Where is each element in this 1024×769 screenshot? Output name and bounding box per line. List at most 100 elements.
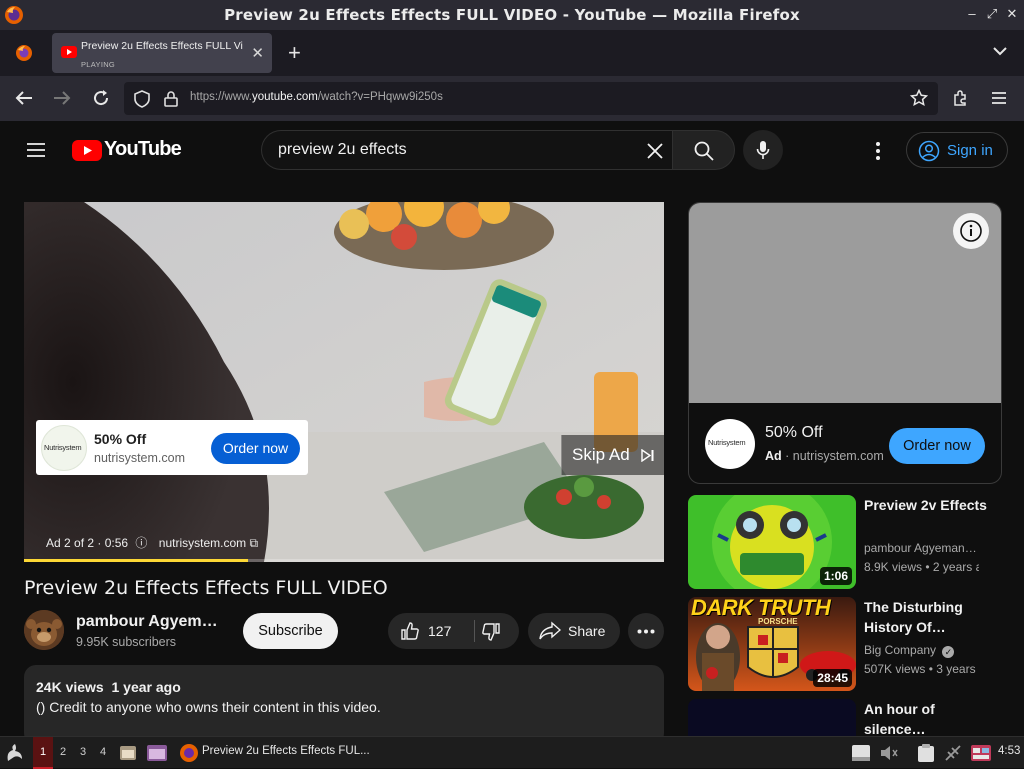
tab-strip: Preview 2u Effects Effects FULL Vi PLAYI…	[0, 30, 1024, 76]
sign-in-button[interactable]: Sign in	[906, 132, 1008, 168]
youtube-logo-text: YouTube	[104, 138, 182, 160]
skip-next-icon	[641, 449, 655, 462]
new-tab-button[interactable]: +	[288, 40, 301, 66]
tracking-shield-icon[interactable]	[134, 90, 150, 108]
recommendation-item[interactable]: DARK TRUTH PORSCHE 28:45 The Disturbing …	[688, 597, 1008, 691]
back-arrow-icon[interactable]	[15, 90, 33, 106]
app-menu-icon[interactable]	[991, 92, 1007, 104]
recommendation-thumbnail[interactable]: 1:06	[688, 495, 856, 589]
sidebar-ad-title: 50% Off	[765, 424, 823, 441]
video-title: Preview 2u Effects Effects FULL VIDEO	[24, 577, 388, 599]
lock-icon[interactable]	[164, 91, 178, 107]
recommendation-title: The Disturbing History Of…	[864, 599, 963, 635]
nutrisystem-logo: Nutrisystem	[705, 419, 755, 469]
desktop-taskbar: 1 2 3 4 Preview 2u Effects Effects FUL..…	[0, 736, 1024, 769]
firefox-view-icon[interactable]	[14, 43, 34, 63]
more-horizontal-icon	[637, 629, 655, 634]
video-player[interactable]: Nutrisystem 50% Off nutrisystem.com Orde…	[24, 202, 664, 562]
workspace-4[interactable]: 4	[93, 737, 113, 769]
workspace-1[interactable]: 1	[33, 737, 53, 769]
description-box[interactable]: 24K views 1 year ago () Credit to anyone…	[24, 665, 664, 745]
subscriber-count: 9.95K subscribers	[76, 635, 177, 649]
channel-name[interactable]: pambour Agyeman Prempeh	[76, 613, 226, 631]
description-text: () Credit to anyone who owns their conte…	[36, 699, 381, 715]
reload-icon[interactable]	[92, 89, 110, 107]
thumbs-up-icon	[400, 621, 420, 641]
close-window-button[interactable]: ✕	[1004, 6, 1020, 22]
dislike-button[interactable]	[475, 613, 519, 649]
share-arrow-icon	[539, 621, 561, 641]
external-link-icon: ⧉	[249, 536, 259, 550]
file-manager-icon[interactable]	[119, 744, 137, 762]
ad-progress-bar[interactable]	[24, 559, 664, 562]
channel-avatar[interactable]	[24, 610, 64, 650]
video-duration: 1:06	[819, 567, 852, 585]
recommendation-meta: 507K views • 3 years ago	[864, 662, 979, 676]
recommendation-channel: Big Company ✓	[864, 643, 979, 658]
guide-menu-icon[interactable]	[26, 142, 46, 158]
navigation-bar: https://www.youtube.com/watch?v=PHqww9i2…	[0, 76, 1024, 121]
clipboard-icon[interactable]	[917, 743, 935, 763]
workspace-3[interactable]: 3	[73, 737, 93, 769]
recommendation-thumbnail[interactable]: DARK TRUTH PORSCHE 28:45	[688, 597, 856, 691]
close-tab-icon[interactable]: ✕	[251, 44, 264, 62]
network-disconnected-icon[interactable]	[944, 744, 962, 762]
skip-ad-button[interactable]: Skip Ad	[561, 435, 664, 475]
search-button[interactable]	[672, 130, 735, 170]
ad-site-link[interactable]: nutrisystem.com	[159, 536, 246, 550]
youtube-logo[interactable]	[72, 140, 102, 161]
recommendation-meta: 8.9K views • 2 years ago	[864, 560, 979, 574]
extensions-icon[interactable]	[952, 89, 970, 107]
search-input[interactable]: preview 2u effects	[261, 130, 673, 170]
thumbnail-brand: PORSCHE	[758, 617, 798, 626]
sign-in-label: Sign in	[947, 142, 993, 159]
youtube-header: YouTube preview 2u effects Sign in	[0, 121, 1024, 181]
storage-drive-icon[interactable]	[850, 743, 872, 763]
account-icon	[918, 140, 940, 162]
overlay-order-now-button[interactable]: Order now	[211, 433, 300, 464]
microphone-icon	[756, 140, 770, 160]
bookmark-star-icon[interactable]	[910, 89, 928, 107]
like-button[interactable]: 127	[388, 613, 474, 649]
url-bar[interactable]: https://www.youtube.com/watch?v=PHqww9i2…	[124, 82, 938, 115]
youtube-favicon-icon	[61, 46, 77, 58]
volume-icon[interactable]	[880, 745, 898, 761]
overlay-ad-card[interactable]: Nutrisystem 50% Off nutrisystem.com Orde…	[36, 420, 308, 475]
system-monitor-icon[interactable]	[970, 743, 992, 763]
subscribe-button[interactable]: Subscribe	[243, 613, 338, 649]
app-launcher-icon[interactable]	[146, 744, 168, 762]
voice-search-button[interactable]	[743, 130, 783, 170]
like-count: 127	[428, 623, 452, 639]
share-button[interactable]: Share	[528, 613, 620, 649]
forward-arrow-icon[interactable]	[53, 90, 71, 106]
minimize-button[interactable]: –	[964, 6, 980, 22]
list-all-tabs-icon[interactable]	[992, 45, 1008, 57]
skip-ad-label: Skip Ad	[572, 445, 630, 464]
sidebar-ad[interactable]: Nutrisystem 50% Off Ad · nutrisystem.com…	[688, 202, 1002, 484]
recommendation-item[interactable]: 1:06 Preview 2v Effects pambour Agyeman …	[688, 495, 1008, 589]
ad-info-row: Ad 2 of 2 · 0:56 ⓘ nutrisystem.com ⧉	[46, 534, 258, 551]
nutrisystem-logo: Nutrisystem	[41, 425, 87, 471]
like-dislike-group: 127	[388, 613, 519, 649]
ad-info-icon[interactable]	[953, 213, 989, 249]
thumbs-down-icon	[481, 622, 501, 642]
maximize-button[interactable]: ⤢	[984, 6, 1000, 22]
window-title: Preview 2u Effects Effects FULL VIDEO - …	[224, 6, 800, 24]
workspace-2[interactable]: 2	[53, 737, 73, 769]
more-actions-button[interactable]	[628, 613, 664, 649]
window-titlebar: Preview 2u Effects Effects FULL VIDEO - …	[0, 0, 1024, 30]
start-menu-icon[interactable]	[4, 742, 26, 764]
sidebar-order-now-button[interactable]: Order now	[889, 428, 985, 464]
firefox-task-icon[interactable]	[179, 743, 199, 763]
verified-check-icon: ✓	[942, 646, 955, 658]
ad-info-icon[interactable]: ⓘ	[135, 534, 147, 551]
clear-search-icon[interactable]	[646, 142, 664, 160]
tab-youtube[interactable]: Preview 2u Effects Effects FULL Vi PLAYI…	[52, 33, 272, 73]
settings-more-icon[interactable]	[875, 141, 881, 161]
search-query-text: preview 2u effects	[278, 141, 407, 158]
url-text: https://www.youtube.com/watch?v=PHqww9i2…	[190, 91, 443, 103]
overlay-ad-domain: nutrisystem.com	[94, 451, 185, 465]
recommendation-item[interactable]: An hour of silence…	[688, 699, 1008, 736]
recommendation-thumbnail[interactable]	[688, 699, 856, 736]
active-task-label[interactable]: Preview 2u Effects Effects FUL...	[202, 745, 370, 757]
